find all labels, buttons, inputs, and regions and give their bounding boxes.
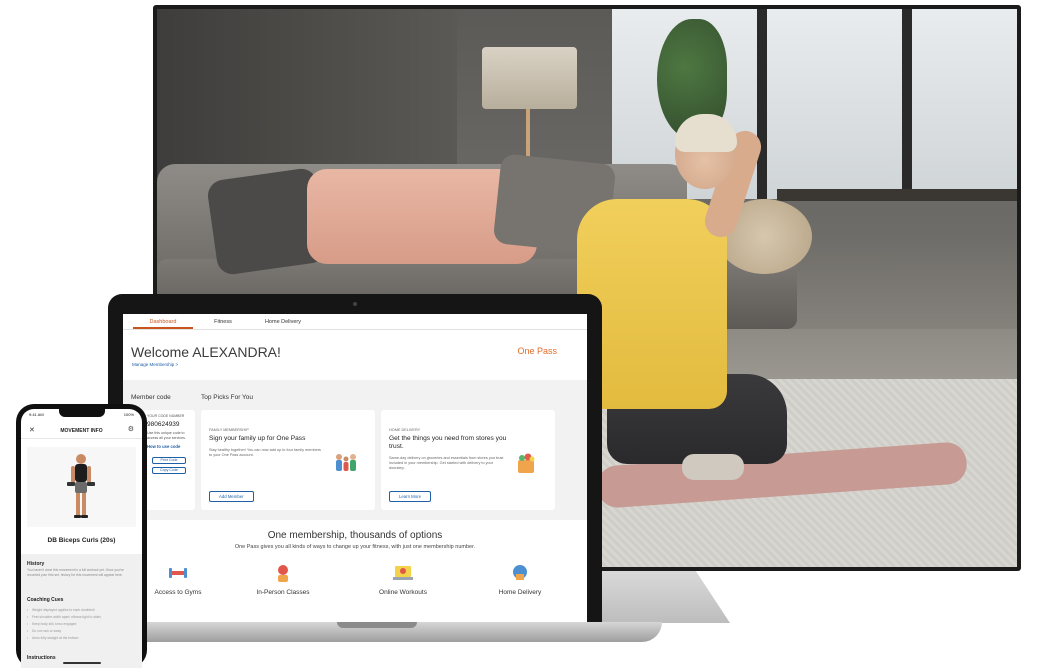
hero-subtitle: One Pass gives you all kinds of ways to … xyxy=(234,544,476,550)
phone-notch xyxy=(59,409,105,417)
coaching-cues-list: Weight displayed applies to each dumbbel… xyxy=(27,607,132,642)
status-time: 9:41 AM xyxy=(29,412,44,417)
laptop-base xyxy=(92,622,662,642)
nav-tabs: Dashboard Fitness Home Delivery xyxy=(123,314,587,330)
member-code-description: Use this unique code to access all your … xyxy=(147,431,186,440)
laptop: Dashboard Fitness Home Delivery Welcome … xyxy=(108,294,602,624)
gym-access-icon xyxy=(169,568,187,578)
feature-classes[interactable]: In-Person Classes xyxy=(228,562,338,596)
settings-icon[interactable]: ⚙ xyxy=(128,425,134,433)
pick-eyebrow: HOME DELIVERY xyxy=(389,428,421,432)
instructions-heading: Instructions xyxy=(27,655,56,661)
how-to-use-code-link[interactable]: How to use code xyxy=(147,444,191,449)
laptop-workout-icon xyxy=(393,566,413,580)
exercise-name: DB Biceps Curls (20s) xyxy=(47,537,116,544)
tab-home-delivery[interactable]: Home Delivery xyxy=(253,314,313,329)
pick-eyebrow: FAMILY MEMBERSHIP xyxy=(209,428,249,432)
list-item: Do not rock or sway xyxy=(27,628,132,635)
laptop-camera xyxy=(353,302,357,306)
print-code-button[interactable]: Print Code xyxy=(152,457,186,464)
home-indicator[interactable] xyxy=(63,662,101,664)
history-heading: History xyxy=(27,561,45,567)
exercise-image xyxy=(27,447,136,527)
coaching-cues-heading: Coaching Cues xyxy=(27,597,64,603)
history-text: You haven't done this movement in a full… xyxy=(27,568,124,577)
laptop-screen: Dashboard Fitness Home Delivery Welcome … xyxy=(123,314,587,624)
feature-online[interactable]: Online Workouts xyxy=(348,562,458,596)
feature-label: Online Workouts xyxy=(379,589,427,596)
phone: 9:41 AM 100% ✕ MOVEMENT INFO ⚙ DB Biceps… xyxy=(16,404,147,668)
list-item: Weight displayed applies to each dumbbel… xyxy=(27,607,132,614)
home-delivery-icon xyxy=(513,565,527,580)
list-item: Arms fully straight at the bottom xyxy=(27,635,132,642)
tv-shelf xyxy=(777,189,1017,201)
pick-description: Same-day delivery on groceries and essen… xyxy=(389,456,504,470)
copy-code-button[interactable]: Copy Code xyxy=(152,467,186,474)
member-code-label: YOUR CODE NUMBER xyxy=(147,414,185,418)
movement-header: ✕ MOVEMENT INFO ⚙ xyxy=(21,423,142,439)
movement-title: MOVEMENT INFO xyxy=(60,428,103,434)
member-code-card: YOUR CODE NUMBER 980624939 Use this uniq… xyxy=(143,410,195,510)
grocery-bag-icon xyxy=(518,453,535,473)
status-battery: 100% xyxy=(123,412,134,417)
list-item: Feet shoulder-width apart; elbows tight … xyxy=(27,614,132,621)
feature-label: Home Delivery xyxy=(498,589,542,596)
family-membership-card: FAMILY MEMBERSHIP Sign your family up fo… xyxy=(201,410,375,510)
tab-dashboard[interactable]: Dashboard xyxy=(133,314,193,329)
tv-woman-foot xyxy=(682,454,744,480)
manage-membership-link[interactable]: Manage Membership > xyxy=(132,362,178,367)
phone-screen: 9:41 AM 100% ✕ MOVEMENT INFO ⚙ DB Biceps… xyxy=(21,409,142,668)
learn-more-button[interactable]: Learn More xyxy=(389,491,431,502)
top-picks-heading: Top Picks For You xyxy=(201,394,254,401)
feature-delivery[interactable]: Home Delivery xyxy=(465,562,575,596)
hero-title: One membership, thousands of options xyxy=(267,530,443,541)
home-delivery-card: HOME DELIVERY Get the things you need fr… xyxy=(381,410,555,510)
pick-title: Get the things you need from stores you … xyxy=(389,435,507,450)
family-illustration-icon xyxy=(336,454,356,471)
tab-fitness[interactable]: Fitness xyxy=(193,314,253,329)
exercise-figure-icon xyxy=(67,454,95,518)
member-code-heading: Member code xyxy=(131,394,171,401)
page-title: Welcome ALEXANDRA! xyxy=(131,344,281,360)
tv-lamp-shade xyxy=(482,47,577,109)
pick-title: Sign your family up for One Pass xyxy=(209,435,306,442)
add-member-button[interactable]: Add Member xyxy=(209,491,254,502)
pick-description: Stay healthy together! You can now add u… xyxy=(209,448,321,457)
member-code-number: 980624939 xyxy=(147,421,180,428)
feature-label: In-Person Classes xyxy=(256,589,310,596)
brand-logo: One Pass xyxy=(517,346,557,356)
classes-icon xyxy=(278,565,288,582)
list-item: Keep body still, torso engaged xyxy=(27,621,132,628)
